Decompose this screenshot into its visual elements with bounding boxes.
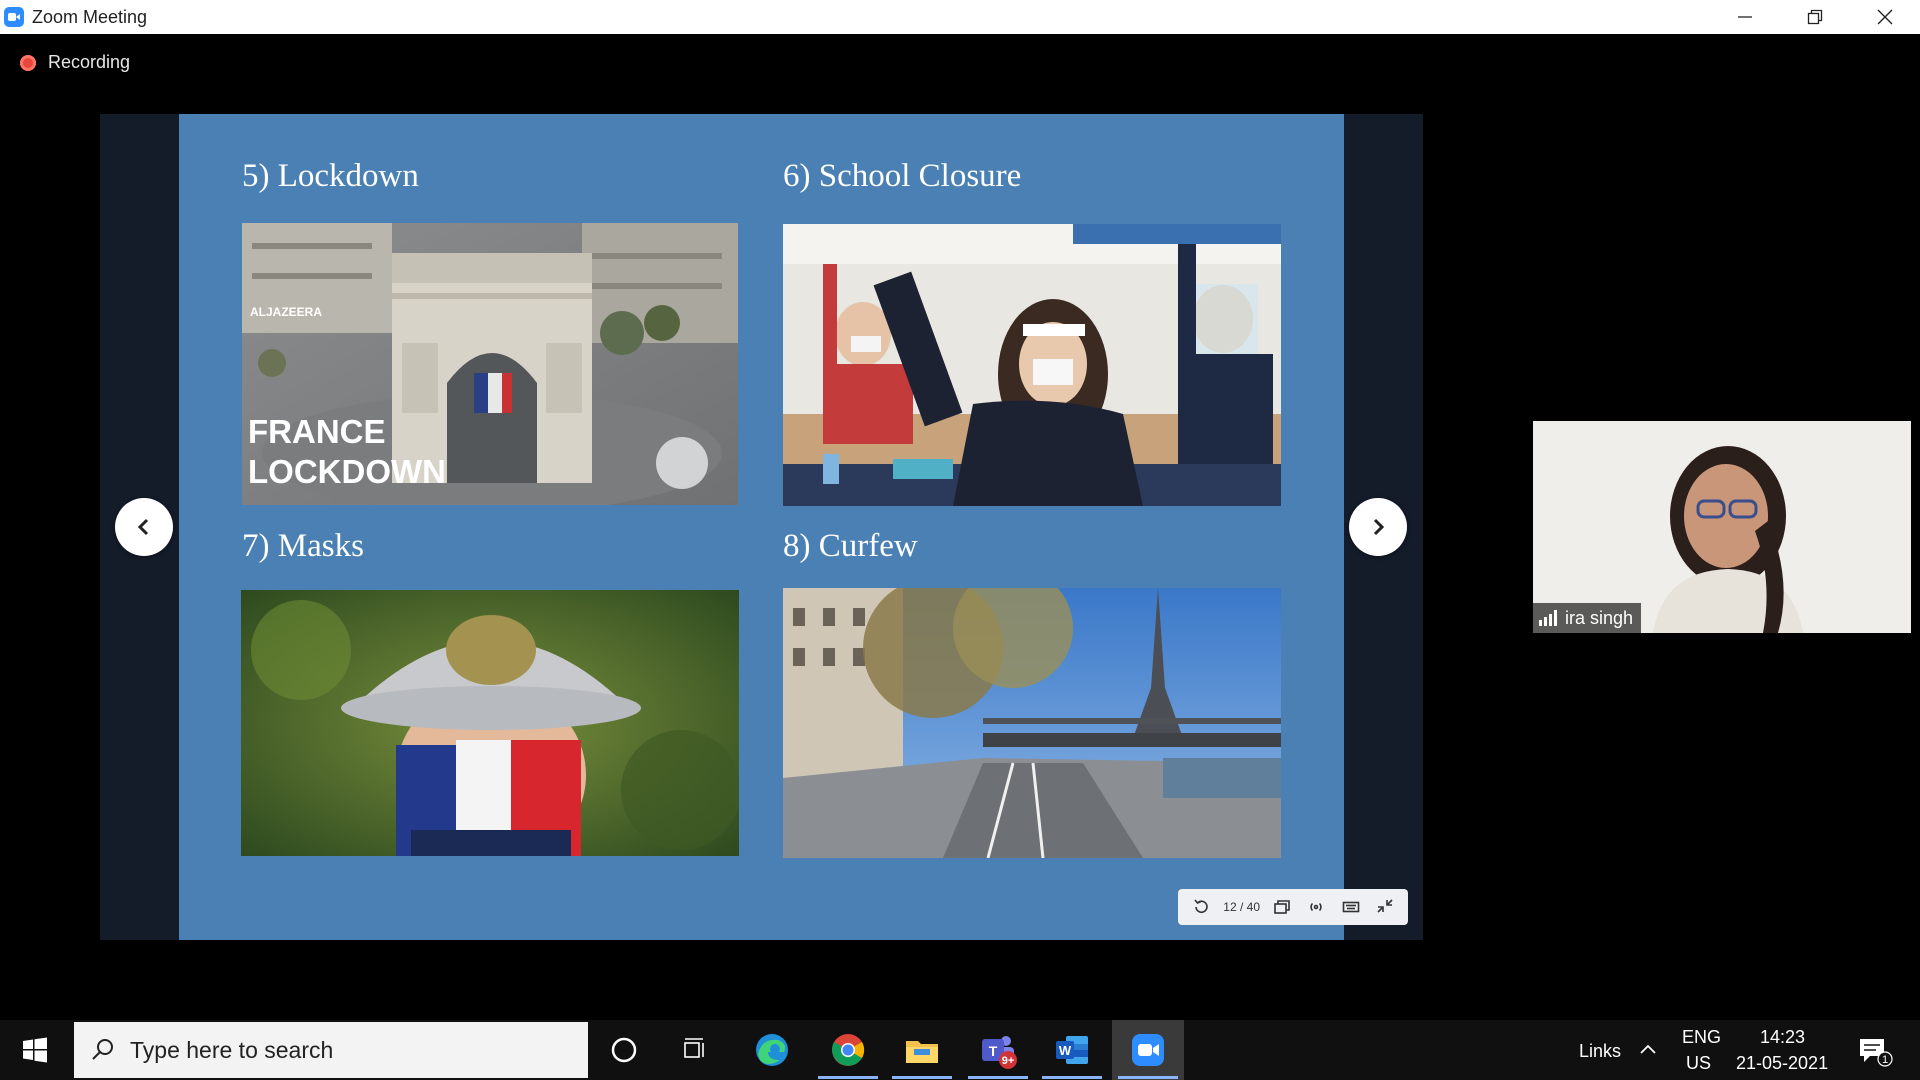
chrome-taskbar-button[interactable] [812,1020,884,1080]
word-taskbar-button[interactable]: W [1036,1020,1108,1080]
recording-dot-icon [20,54,36,71]
chevron-left-icon [137,518,149,536]
next-slide-button[interactable] [1349,498,1407,556]
chevron-up-icon [1640,1044,1656,1054]
notification-icon: 1 [1860,1039,1893,1067]
chevron-right-icon [1373,518,1385,536]
participant-name-label: ira singh [1533,603,1642,633]
show-hidden-icons-button[interactable] [1636,1038,1660,1062]
close-icon [1877,9,1893,25]
restore-button[interactable] [1780,0,1850,34]
teams-icon: T 9+ [982,1036,1017,1069]
file-explorer-taskbar-button[interactable] [886,1020,958,1080]
minimize-icon [1738,16,1752,18]
windows-taskbar: Type here to search T 9+ W Links ENG US … [0,1020,1920,1080]
minimize-button[interactable] [1710,0,1780,34]
slides-view-button[interactable] [1270,895,1294,919]
keyboard-icon [1342,901,1359,913]
edge-icon [756,1034,788,1066]
broadcast-icon [1310,902,1323,912]
signal-strength-icon [1539,610,1557,626]
school-closure-photo [783,224,1281,506]
teams-badge: 9+ [1002,1055,1015,1067]
participant-video-tile[interactable]: ira singh [1533,421,1911,633]
audio-button[interactable] [1304,895,1328,919]
participant-name: ira singh [1565,607,1634,628]
slide-heading-masks: 7) Masks [242,528,364,564]
svg-text:T: T [989,1043,998,1059]
slides-icon [1274,900,1291,914]
windows-logo-icon [23,1037,47,1063]
lockdown-caption-text: LOCKDOWN [248,453,446,490]
keyboard-button[interactable] [1339,895,1363,919]
lockdown-photo: ALJAZEERA FRANCE LOCKDOWN [242,223,738,505]
input-language[interactable]: ENG [1682,1027,1721,1048]
collapse-icon [1377,899,1393,913]
close-button[interactable] [1850,0,1920,34]
task-view-icon [684,1038,704,1058]
notification-count: 1 [1882,1054,1888,1066]
page-counter: 12 / 40 [1223,900,1260,914]
start-button[interactable] [0,1020,70,1080]
slide-heading-lockdown: 5) Lockdown [242,158,419,194]
zoom-app-icon [4,7,24,27]
curfew-photo [783,588,1281,858]
action-center-button[interactable]: 1 [1858,1036,1894,1068]
presentation-slide: 5) Lockdown 6) School Closure 7) Masks 8… [179,114,1344,940]
restore-icon [1807,9,1823,25]
cortana-button[interactable] [588,1020,660,1080]
links-toolbar-label[interactable]: Links [1579,1041,1621,1062]
recording-label: Recording [48,52,131,72]
zoom-taskbar-button[interactable] [1112,1020,1184,1080]
task-view-button[interactable] [660,1020,732,1080]
edge-taskbar-button[interactable] [736,1020,808,1080]
input-region[interactable]: US [1686,1053,1711,1074]
folder-icon [906,1041,938,1063]
chrome-icon [832,1034,865,1066]
taskbar-search-box[interactable]: Type here to search [74,1022,588,1078]
restart-icon [1194,899,1208,913]
restart-button[interactable] [1189,895,1213,919]
recording-indicator[interactable]: Recording [20,52,130,73]
slide-toolbar: 12 / 40 [1178,889,1408,925]
word-icon: W [1056,1036,1088,1064]
participant-video [1533,421,1911,633]
svg-text:W: W [1059,1043,1072,1058]
slide-heading-school-closure: 6) School Closure [783,158,1022,194]
window-title: Zoom Meeting [32,6,148,27]
teams-taskbar-button[interactable]: T 9+ [962,1020,1034,1080]
title-bar: Zoom Meeting [0,0,1920,34]
cortana-icon [611,1037,637,1063]
window-controls [1710,0,1920,34]
search-placeholder: Type here to search [130,1036,334,1063]
exit-fullscreen-button[interactable] [1373,895,1397,919]
france-caption-text: FRANCE [248,413,386,450]
search-icon [92,1039,113,1060]
clock-time[interactable]: 14:23 [1760,1027,1805,1048]
zoom-icon [1132,1034,1164,1066]
slide-heading-curfew: 8) Curfew [783,528,918,564]
previous-slide-button[interactable] [115,498,173,556]
masks-photo [241,590,739,856]
aljazeera-logo-text: ALJAZEERA [250,305,322,319]
clock-date[interactable]: 21-05-2021 [1736,1053,1828,1074]
